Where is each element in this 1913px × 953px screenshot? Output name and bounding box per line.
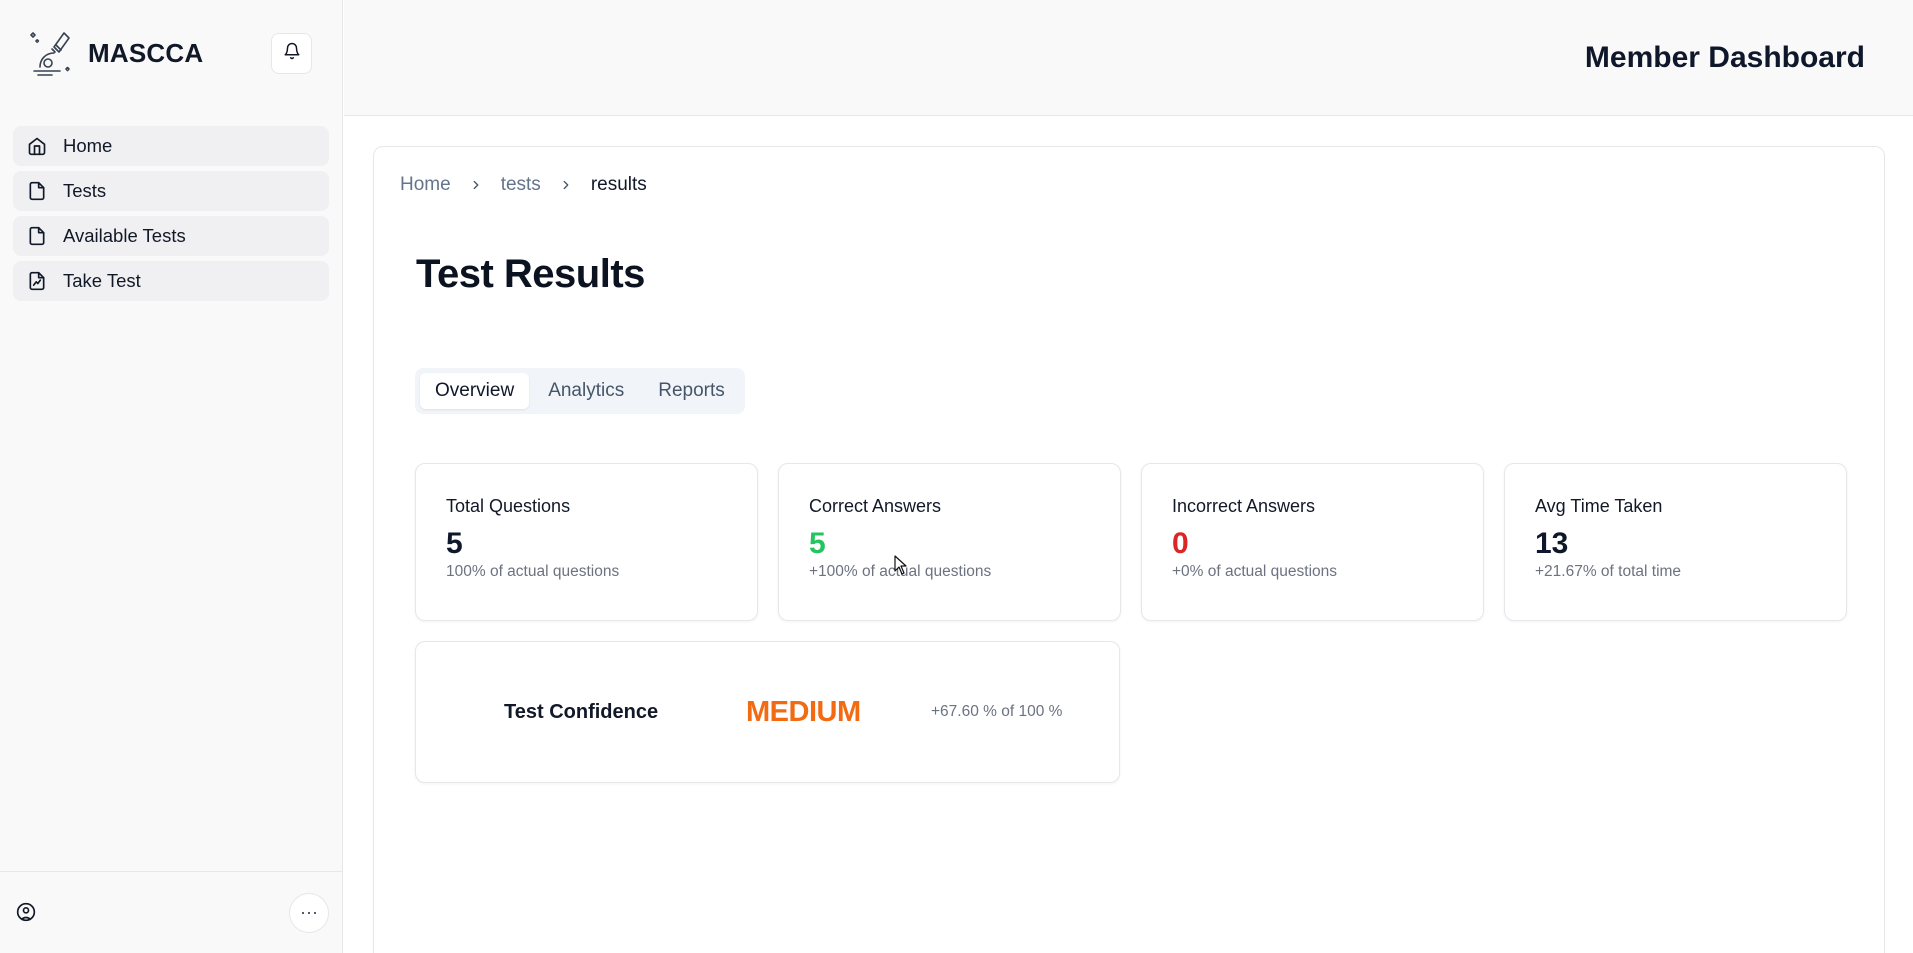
- stat-label: Incorrect Answers: [1172, 496, 1316, 516]
- stat-value: 5: [809, 527, 826, 560]
- page-title: Test Results: [416, 252, 645, 296]
- stat-card-avg-time: Avg Time Taken 13 +21.67% of total time: [1504, 463, 1847, 621]
- breadcrumb: Home tests results: [400, 174, 647, 196]
- chevron-right-icon: [559, 178, 573, 192]
- sidebar-item-home[interactable]: Home: [13, 126, 329, 166]
- tab-analytics[interactable]: Analytics: [533, 373, 639, 409]
- stat-subtext: 100% of actual questions: [446, 563, 620, 580]
- sidebar-nav: Home Tests Available Tests Take Test: [0, 106, 342, 301]
- microscope-logo-icon: [26, 27, 74, 79]
- stat-subtext: +0% of actual questions: [1172, 563, 1338, 580]
- confidence-value: MEDIUM: [746, 695, 861, 728]
- stat-card-correct-answers: Correct Answers 5 +100% of actual questi…: [778, 463, 1121, 621]
- tab-reports[interactable]: Reports: [643, 373, 740, 409]
- user-circle-icon[interactable]: [16, 902, 38, 924]
- stat-subtext: +21.67% of total time: [1535, 563, 1682, 580]
- stat-value: 0: [1172, 527, 1189, 560]
- sidebar-item-take-test[interactable]: Take Test: [13, 261, 329, 301]
- confidence-card: Test Confidence MEDIUM +67.60 % of 100 %: [415, 641, 1120, 783]
- results-tabs: Overview Analytics Reports: [415, 368, 745, 414]
- stat-label: Total Questions: [446, 496, 571, 516]
- top-bar: Member Dashboard: [344, 0, 1913, 116]
- sidebar-item-tests[interactable]: Tests: [13, 171, 329, 211]
- sidebar-item-label: Take Test: [63, 270, 141, 291]
- sidebar-item-available-tests[interactable]: Available Tests: [13, 216, 329, 256]
- stat-subtext: +100% of actual questions: [809, 563, 992, 580]
- stat-card-incorrect-answers: Incorrect Answers 0 +0% of actual questi…: [1141, 463, 1484, 621]
- breadcrumb-current: results: [590, 174, 647, 195]
- sidebar-item-label: Tests: [63, 180, 107, 201]
- stat-label: Correct Answers: [809, 496, 942, 516]
- home-icon: [27, 136, 47, 156]
- dashboard-title: Member Dashboard: [1584, 40, 1865, 74]
- confidence-subtext: +67.60 % of 100 %: [931, 703, 1063, 720]
- main-panel: Home tests results Test Results Overview…: [373, 146, 1885, 953]
- more-horizontal-icon: ···: [300, 902, 318, 922]
- confidence-label: Test Confidence: [504, 700, 659, 723]
- mouse-cursor-icon: [894, 555, 908, 580]
- file-icon: [27, 181, 47, 201]
- stat-value: 13: [1535, 527, 1569, 560]
- chevron-right-icon: [469, 178, 483, 192]
- stats-row: Total Questions 5 100% of actual questio…: [415, 463, 1847, 621]
- sidebar-item-label: Available Tests: [63, 225, 186, 246]
- breadcrumb-home-link[interactable]: Home: [400, 174, 451, 196]
- more-options-button[interactable]: ···: [289, 892, 329, 933]
- sidebar-footer: ···: [0, 871, 343, 953]
- stat-card-total-questions: Total Questions 5 100% of actual questio…: [415, 463, 758, 621]
- breadcrumb-tests-link[interactable]: tests: [501, 174, 541, 196]
- stat-label: Avg Time Taken: [1535, 496, 1663, 516]
- brand-name: MASCCA: [88, 37, 204, 68]
- brand[interactable]: MASCCA: [26, 27, 271, 79]
- file-icon: [27, 226, 47, 246]
- tab-overview[interactable]: Overview: [420, 373, 530, 409]
- file-chart-icon: [27, 271, 47, 291]
- sidebar-header: MASCCA: [0, 0, 342, 106]
- stat-value: 5: [446, 527, 463, 560]
- bell-icon: [283, 42, 301, 65]
- sidebar: MASCCA Home Tests Available Tests Take T…: [0, 0, 343, 953]
- sidebar-item-label: Home: [63, 135, 113, 156]
- notifications-button[interactable]: [271, 32, 312, 74]
